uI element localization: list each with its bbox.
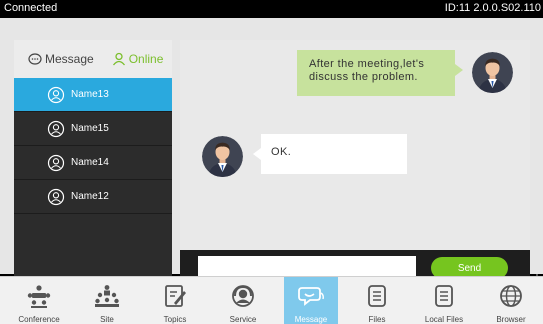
dock-label: Message [294, 315, 328, 324]
tab-message[interactable]: Message [28, 52, 94, 66]
user-icon [47, 188, 65, 205]
connection-status: Connected [4, 2, 58, 14]
dock-label: Local Files [424, 315, 464, 324]
tab-online-label: Online [128, 52, 164, 66]
dock-label: Files [368, 315, 386, 324]
files-icon [368, 285, 386, 307]
local-files-icon [435, 285, 453, 307]
contact-name: Name15 [71, 123, 109, 134]
dock-item-message[interactable]: Message [284, 277, 338, 324]
dock-label: Service [229, 315, 257, 324]
dock-label: Site [100, 315, 114, 324]
received-message-bubble: OK. [253, 134, 407, 174]
contact-avatar [202, 136, 243, 177]
dock-item-site[interactable]: Site [80, 277, 134, 324]
panel-tabs: Message Online [14, 40, 172, 78]
dock-item-browser[interactable]: Browser [484, 277, 538, 324]
contact-item[interactable]: Name14 [14, 146, 172, 180]
user-icon [47, 120, 65, 137]
dock-item-conference[interactable]: Conference [12, 277, 66, 324]
dock-item-local-files[interactable]: Local Files [417, 277, 471, 324]
browser-icon [500, 285, 522, 307]
bottom-dock: Conference Site Topics Service Message F… [0, 276, 543, 324]
contact-item[interactable]: Name13 [14, 78, 172, 112]
contact-name: Name14 [71, 157, 109, 168]
contact-item[interactable]: Name15 [14, 112, 172, 146]
received-message-text: OK. [271, 146, 292, 158]
tab-online[interactable]: Online [112, 52, 164, 66]
service-icon [232, 285, 254, 307]
user-icon [47, 154, 65, 171]
message-icon [298, 287, 324, 306]
my-avatar [472, 52, 513, 93]
contact-list: Name13 Name15 Name14 Name12 [14, 78, 172, 214]
person-icon [112, 52, 125, 66]
contact-item[interactable]: Name12 [14, 180, 172, 214]
device-info: ID:11 2.0.0.S02.110 [444, 2, 541, 14]
conference-icon [27, 285, 51, 308]
contacts-panel: Message Online Name13 Name15 Name14 Name… [14, 40, 172, 284]
sent-message-line: After the meeting,let's [309, 58, 425, 70]
dock-item-files[interactable]: Files [350, 277, 404, 324]
status-bar: Connected ID:11 2.0.0.S02.110 [0, 0, 543, 18]
tab-message-label: Message [45, 52, 94, 66]
contact-name: Name13 [71, 89, 109, 100]
site-icon [95, 285, 119, 307]
dock-label: Conference [18, 315, 60, 324]
dock-item-service[interactable]: Service [216, 277, 270, 324]
user-icon [47, 86, 65, 103]
topics-icon [165, 285, 186, 307]
dock-label: Browser [496, 315, 526, 324]
message-bubble-icon [28, 52, 42, 65]
chat-panel: After the meeting,let's discuss the prob… [180, 40, 530, 288]
dock-item-topics[interactable]: Topics [148, 277, 202, 324]
contact-name: Name12 [71, 191, 109, 202]
sent-message-bubble: After the meeting,let's discuss the prob… [297, 50, 463, 96]
sent-message-line: discuss the problem. [309, 71, 418, 83]
dock-label: Topics [163, 315, 187, 324]
main-area: Message Online Name13 Name15 Name14 Name… [0, 18, 543, 288]
